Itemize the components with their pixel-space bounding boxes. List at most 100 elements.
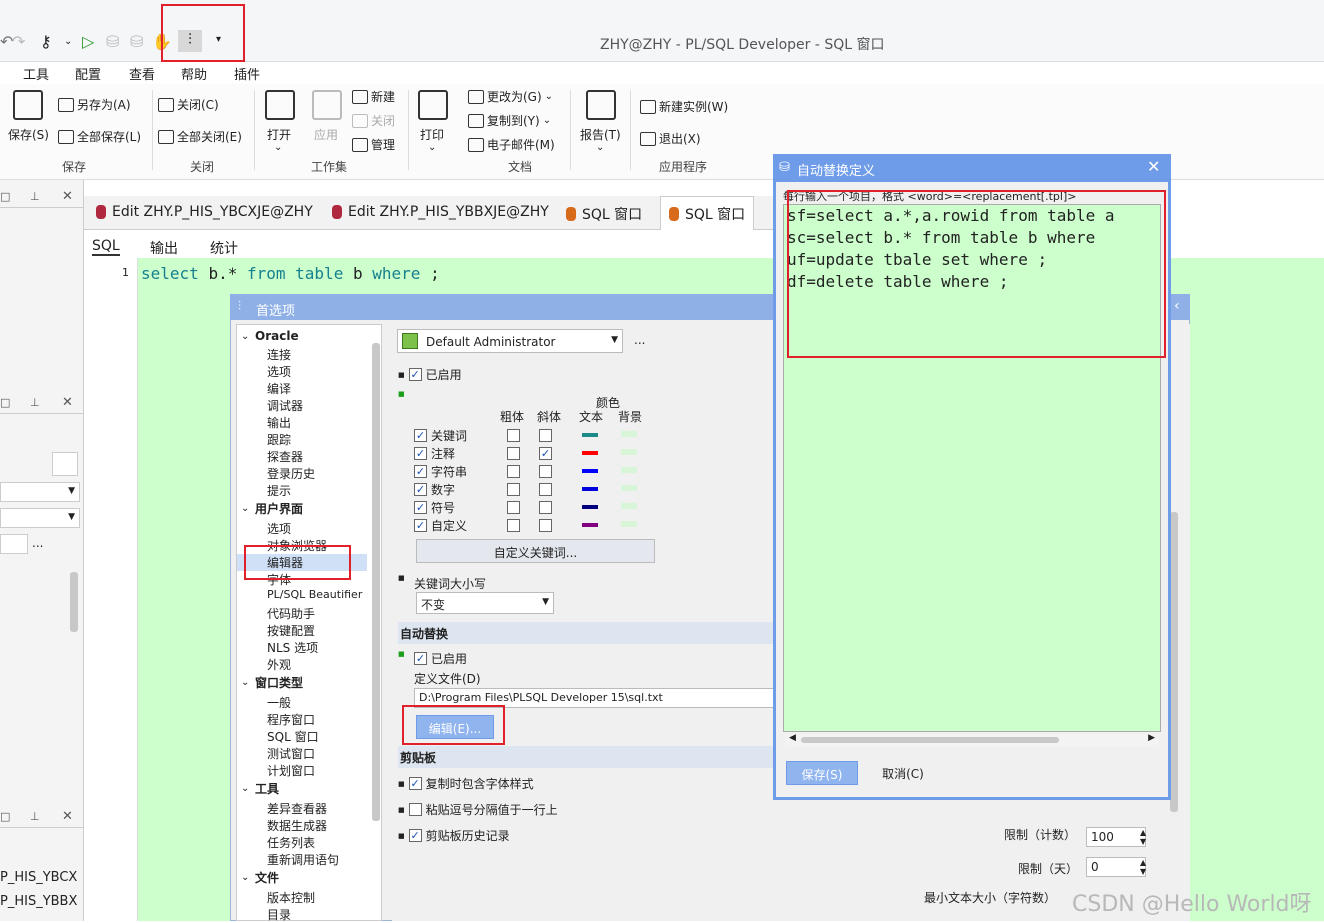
custom-keywords-button[interactable]: 自定义关键词... bbox=[416, 539, 655, 563]
checkbox[interactable] bbox=[408, 803, 422, 816]
italic-checkbox[interactable] bbox=[539, 519, 552, 532]
tree-item[interactable]: 编译 bbox=[267, 380, 291, 397]
checkbox[interactable]: ✓ bbox=[408, 829, 422, 842]
close-all-button[interactable]: 全部关闭(E) bbox=[158, 128, 242, 145]
bg-color-swatch[interactable] bbox=[621, 431, 637, 437]
filter-box[interactable] bbox=[52, 452, 78, 476]
tree-item[interactable]: 差异查看器 bbox=[267, 800, 327, 817]
chevron-down-icon[interactable]: ⌄ bbox=[241, 503, 249, 514]
bg-color-swatch[interactable] bbox=[621, 467, 637, 473]
text-color-swatch[interactable] bbox=[582, 433, 598, 437]
text-color-swatch[interactable] bbox=[582, 469, 598, 473]
menu-help[interactable]: 帮助 bbox=[181, 64, 207, 83]
window-icon[interactable]: □ bbox=[0, 810, 10, 823]
menu-view[interactable]: 查看 bbox=[129, 64, 155, 83]
checkbox[interactable]: ✓ bbox=[414, 483, 427, 496]
checkbox[interactable]: ✓ bbox=[414, 429, 427, 442]
checkbox[interactable]: ✓ bbox=[414, 465, 427, 478]
menu-plugins[interactable]: 插件 bbox=[234, 64, 260, 83]
syntax-row[interactable]: ✓ 符号 bbox=[414, 499, 455, 516]
italic-checkbox[interactable]: ✓ bbox=[539, 447, 552, 460]
tree-item[interactable]: 调试器 bbox=[267, 397, 303, 414]
tree-item[interactable]: 程序窗口 bbox=[267, 711, 315, 728]
tree-scrollbar[interactable] bbox=[372, 343, 380, 821]
tree-item[interactable]: 目录 bbox=[267, 906, 291, 923]
left-list-item[interactable]: P_HIS_YBCX bbox=[0, 870, 77, 885]
tree-item[interactable]: 版本控制 bbox=[267, 889, 315, 906]
save-as-button[interactable]: 另存为(A) bbox=[58, 96, 131, 113]
text-color-swatch[interactable] bbox=[582, 523, 598, 527]
bold-checkbox[interactable] bbox=[507, 483, 520, 496]
db-icon[interactable]: ⛁ bbox=[106, 32, 119, 51]
subtab-output[interactable]: 输出 bbox=[150, 238, 178, 258]
checkbox[interactable]: ✓ bbox=[408, 368, 422, 381]
italic-checkbox[interactable] bbox=[539, 501, 552, 514]
print-button[interactable]: 打印 bbox=[420, 126, 444, 143]
syntax-row[interactable]: ✓ 关键词 bbox=[414, 427, 467, 444]
tree-item[interactable]: 数据生成器 bbox=[267, 817, 327, 834]
exit-button[interactable]: 退出(X) bbox=[640, 130, 701, 147]
dialog-cancel-button[interactable]: 取消(C) bbox=[866, 761, 940, 785]
change-to-button[interactable]: 更改为(G) ⌄ bbox=[468, 88, 553, 105]
italic-checkbox[interactable] bbox=[539, 465, 552, 478]
syntax-row[interactable]: ✓ 自定义 bbox=[414, 517, 467, 534]
auto-replace-enabled[interactable]: ✓ 已启用 bbox=[414, 650, 467, 667]
tree-item[interactable]: SQL 窗口 bbox=[267, 728, 319, 745]
close-icon[interactable]: ✕ bbox=[62, 189, 73, 204]
text-color-swatch[interactable] bbox=[582, 451, 598, 455]
tree-files[interactable]: 文件 bbox=[255, 869, 279, 886]
tree-item[interactable]: 跟踪 bbox=[267, 431, 291, 448]
bold-checkbox[interactable] bbox=[507, 501, 520, 514]
syntax-row[interactable]: ✓ 数字 bbox=[414, 481, 455, 498]
tree-item[interactable]: NLS 选项 bbox=[267, 639, 318, 656]
more-button[interactable]: ... bbox=[634, 333, 645, 347]
menu-tools[interactable]: 工具 bbox=[23, 64, 49, 83]
bold-checkbox[interactable] bbox=[507, 447, 520, 460]
tree-item[interactable]: PL/SQL Beautifier bbox=[267, 588, 362, 601]
italic-checkbox[interactable] bbox=[539, 429, 552, 442]
email-button[interactable]: 电子邮件(M) bbox=[468, 136, 555, 153]
chevron-down-icon[interactable]: ⌄ bbox=[274, 142, 282, 153]
scrollbar-thumb[interactable] bbox=[801, 737, 1059, 743]
pin-icon[interactable]: ⊥ bbox=[30, 396, 40, 409]
window-icon[interactable]: □ bbox=[0, 396, 10, 409]
chevron-down-icon[interactable]: ⌄ bbox=[64, 36, 72, 47]
profile-select[interactable]: Default Administrator ▼ bbox=[397, 329, 623, 353]
tab-sql-window-2[interactable]: SQL 窗口 bbox=[660, 196, 755, 230]
tree-item[interactable]: 连接 bbox=[267, 346, 291, 363]
text-color-swatch[interactable] bbox=[582, 487, 598, 491]
tree-item[interactable]: 按键配置 bbox=[267, 622, 315, 639]
limit-days-input[interactable]: 0 bbox=[1086, 857, 1146, 877]
tree-item[interactable]: 登录历史 bbox=[267, 465, 315, 482]
close-icon[interactable]: ✕ bbox=[1147, 157, 1160, 176]
italic-checkbox[interactable] bbox=[539, 483, 552, 496]
chevron-down-icon[interactable]: ⌄ bbox=[241, 677, 249, 688]
bold-checkbox[interactable] bbox=[507, 465, 520, 478]
chevron-down-icon[interactable]: ⌄ bbox=[596, 142, 604, 153]
bg-color-swatch[interactable] bbox=[621, 503, 637, 509]
spin-icon[interactable]: ▲ ▼ bbox=[1140, 828, 1146, 846]
tree-item[interactable]: 外观 bbox=[267, 656, 291, 673]
left-list-item[interactable]: P_HIS_YBBX bbox=[0, 894, 77, 909]
tree-ui[interactable]: 用户界面 bbox=[255, 500, 303, 517]
bg-color-swatch[interactable] bbox=[621, 521, 637, 527]
bg-color-swatch[interactable] bbox=[621, 485, 637, 491]
chevron-down-icon[interactable]: ⌄ bbox=[241, 331, 249, 342]
tree-item[interactable]: 探查器 bbox=[267, 448, 303, 465]
tree-item[interactable]: 输出 bbox=[267, 414, 291, 431]
tree-item[interactable]: 选项 bbox=[267, 363, 291, 380]
paste-comma-option[interactable]: ■ 粘贴逗号分隔值于一行上 bbox=[398, 801, 558, 818]
search-field[interactable] bbox=[0, 534, 28, 554]
redo-icon[interactable]: ↷ bbox=[12, 32, 25, 51]
tree-item[interactable]: 一般 bbox=[267, 694, 291, 711]
tree-item[interactable]: 重新调用语句 bbox=[267, 851, 339, 868]
copy-font-option[interactable]: ■ ✓ 复制时包含字体样式 bbox=[398, 775, 534, 792]
tree-item[interactable]: 代码助手 bbox=[267, 605, 315, 622]
chevron-left-icon[interactable]: ◀ bbox=[789, 733, 796, 743]
close-button[interactable]: 关闭(C) bbox=[158, 96, 219, 113]
tree-tools[interactable]: 工具 bbox=[255, 780, 279, 797]
scrollbar-thumb[interactable] bbox=[70, 572, 78, 632]
checkbox[interactable]: ✓ bbox=[414, 519, 427, 532]
bold-checkbox[interactable] bbox=[507, 519, 520, 532]
spin-icon[interactable]: ▲ ▼ bbox=[1140, 858, 1146, 876]
